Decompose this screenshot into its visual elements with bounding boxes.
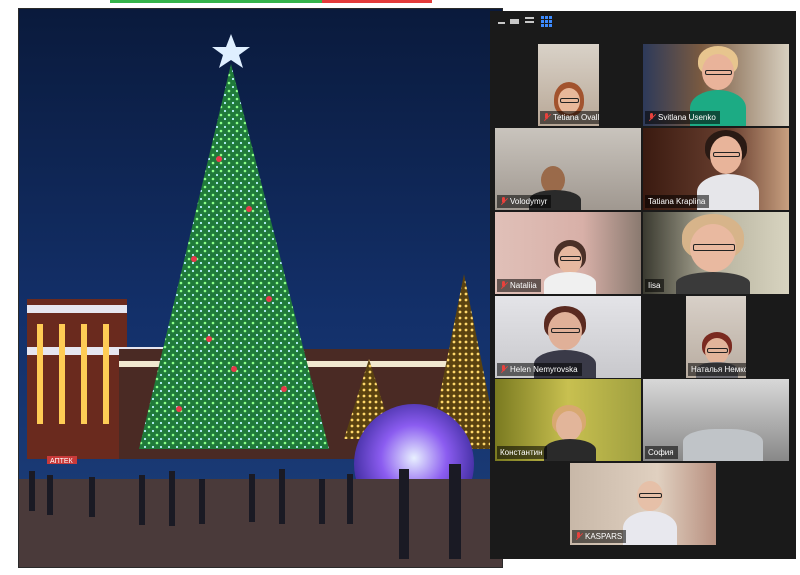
participant-tile[interactable]: Helen Nemyrovska xyxy=(495,296,641,378)
participant-name: София xyxy=(645,446,678,459)
participant-name: Tatiana Kraplina xyxy=(645,195,710,208)
speaker-view-icon[interactable] xyxy=(510,19,519,24)
participant-tile[interactable]: Nataliia xyxy=(495,212,641,294)
participant-name: Svitlana Usenko xyxy=(645,111,720,124)
participant-name: Nataliia xyxy=(497,279,541,292)
video-gallery-window: Tetiana Ovall Svitlana Usenko Volodymyr … xyxy=(490,11,796,559)
shop-sign: АПТЕК xyxy=(50,458,74,465)
participant-tile[interactable]: Tetiana Ovall xyxy=(538,44,599,126)
participant-name: Iisa xyxy=(645,279,665,292)
participant-name: Константин xyxy=(497,446,547,459)
list-view-icon[interactable] xyxy=(525,17,534,25)
participant-name: Tetiana Ovall xyxy=(540,111,599,124)
mic-muted-icon xyxy=(500,281,507,290)
mic-muted-icon xyxy=(500,365,507,374)
shared-photo: АПТЕК xyxy=(18,8,503,568)
participant-tile[interactable]: Volodymyr xyxy=(495,128,641,210)
participant-name: KASPARS xyxy=(572,530,627,543)
participant-tile[interactable]: София xyxy=(643,379,789,461)
mic-muted-icon xyxy=(648,113,655,122)
mic-muted-icon xyxy=(500,197,507,206)
progress-strip-red xyxy=(322,0,432,3)
gallery-toolbar xyxy=(490,11,796,33)
progress-strip-green xyxy=(110,0,322,3)
participant-name: Volodymyr xyxy=(497,195,552,208)
minimize-icon[interactable] xyxy=(498,22,505,24)
participant-name: Наталья Немко xyxy=(688,363,746,376)
participant-tile[interactable]: Tatiana Kraplina xyxy=(643,128,789,210)
participant-name: Helen Nemyrovska xyxy=(497,363,582,376)
mic-muted-icon xyxy=(543,113,550,122)
participant-tile[interactable]: KASPARS xyxy=(570,463,716,545)
mic-muted-icon xyxy=(575,532,582,541)
participant-tile-active-speaker[interactable]: Iisa xyxy=(643,212,789,294)
participant-tile[interactable]: Константин xyxy=(495,379,641,461)
participant-tile[interactable]: Наталья Немко xyxy=(686,296,746,378)
gallery-view-icon[interactable] xyxy=(541,16,552,27)
participant-tile[interactable]: Svitlana Usenko xyxy=(643,44,789,126)
